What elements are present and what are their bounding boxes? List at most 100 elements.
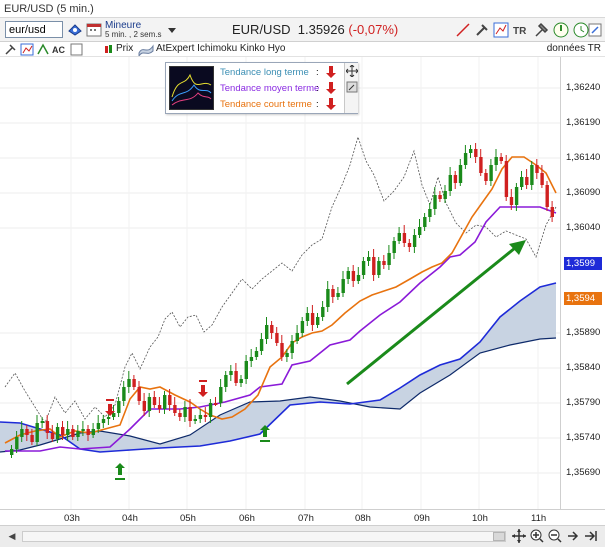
candle-body bbox=[428, 209, 432, 217]
candle-body bbox=[280, 343, 284, 357]
tools-icon[interactable] bbox=[474, 21, 492, 39]
candle-body bbox=[25, 429, 29, 435]
scroll-thumb[interactable] bbox=[493, 532, 505, 541]
main-toolbar: Mineure 5 min. , 2 sem.s EUR/USD 1.35926… bbox=[0, 18, 605, 42]
candle-body bbox=[331, 289, 335, 297]
candle-body bbox=[535, 165, 539, 173]
candle-body bbox=[474, 149, 478, 157]
candle-body bbox=[412, 235, 417, 247]
trendline-tool-icon[interactable] bbox=[454, 21, 472, 39]
candle-body bbox=[382, 261, 386, 265]
scroll-right-icon[interactable] bbox=[566, 529, 580, 543]
chart-settings-icon[interactable] bbox=[492, 21, 510, 39]
candle-body bbox=[183, 407, 187, 417]
pan-icon[interactable] bbox=[512, 529, 526, 543]
candle-body bbox=[86, 429, 90, 435]
crosshair-tool-icon[interactable] bbox=[4, 43, 18, 56]
candle-body bbox=[61, 427, 65, 435]
candle-body bbox=[520, 177, 524, 187]
time-tick-label: 08h bbox=[355, 513, 371, 524]
candle-body bbox=[310, 313, 315, 325]
candle-body bbox=[367, 257, 371, 261]
candle-body bbox=[295, 333, 299, 341]
trend-panel: Tendance long terme : Tendance moyen ter… bbox=[165, 62, 358, 114]
candle-body bbox=[50, 433, 55, 439]
indicator-legend-bar: AC Prix AtExpert Ichimoku Kinko Hyo donn… bbox=[0, 42, 605, 57]
price-tick-label: 1,35790 bbox=[566, 397, 601, 408]
price-tick-label: 1,35740 bbox=[566, 432, 601, 443]
price-legend-label[interactable]: Prix bbox=[116, 43, 133, 54]
candle-body bbox=[35, 423, 39, 442]
chart-type-icon[interactable] bbox=[20, 43, 34, 56]
buy-signal-arrow-dots bbox=[260, 440, 270, 442]
ac-indicator-icon[interactable]: AC bbox=[52, 43, 70, 56]
hammer-icon[interactable] bbox=[532, 21, 550, 39]
trend-short-label: Tendance court terme bbox=[220, 99, 312, 110]
candle-body bbox=[418, 227, 422, 235]
indicator-icon[interactable] bbox=[36, 43, 50, 56]
candle-body bbox=[387, 253, 391, 265]
scroll-track[interactable] bbox=[22, 531, 506, 542]
time-tick-label: 10h bbox=[472, 513, 488, 524]
candle-body bbox=[504, 161, 509, 197]
candle-body bbox=[157, 405, 162, 409]
candle-body bbox=[540, 173, 544, 185]
candle-body bbox=[305, 313, 310, 321]
candle-body bbox=[173, 405, 177, 413]
export-icon[interactable] bbox=[586, 21, 604, 39]
trend-panel-sidebar bbox=[344, 63, 358, 113]
candle-body bbox=[101, 419, 106, 423]
candle-body bbox=[66, 429, 70, 435]
candle-body bbox=[117, 401, 121, 413]
candle-body bbox=[423, 217, 427, 227]
candle-body bbox=[550, 207, 554, 217]
candle-body bbox=[254, 351, 259, 357]
instrument-price: 1.35926 bbox=[297, 22, 345, 37]
candle-body bbox=[341, 279, 345, 293]
candle-body bbox=[285, 353, 289, 357]
candle-body bbox=[377, 261, 381, 275]
price-chart[interactable] bbox=[0, 57, 560, 509]
candle-body bbox=[30, 435, 34, 442]
candle-body bbox=[321, 307, 325, 317]
candle-body bbox=[15, 437, 19, 449]
candle-body bbox=[530, 165, 534, 185]
candle-body bbox=[336, 293, 340, 297]
candle-body bbox=[127, 379, 131, 387]
candle-body bbox=[448, 175, 452, 191]
sell-signal-arrow-dots bbox=[106, 399, 114, 401]
scroll-left-icon[interactable]: ◀ bbox=[6, 531, 18, 542]
tenkan-sen-line bbox=[4, 156, 557, 444]
candle-body bbox=[514, 187, 519, 205]
candle-body bbox=[178, 413, 182, 417]
trend-medium-colon: : bbox=[316, 83, 319, 94]
zoom-out-icon[interactable] bbox=[548, 529, 562, 543]
candle-body bbox=[91, 429, 95, 435]
panel-settings-icon[interactable] bbox=[346, 81, 358, 93]
chevron-down-icon bbox=[168, 28, 176, 33]
search-symbol-icon[interactable] bbox=[67, 22, 83, 38]
trend-row-medium: Tendance moyen terme : bbox=[218, 81, 343, 96]
candle-body bbox=[361, 261, 366, 275]
zoom-in-icon[interactable] bbox=[530, 529, 544, 543]
period-sub-label: 5 min. , 2 sem.s bbox=[105, 30, 162, 39]
candle-body bbox=[81, 429, 85, 431]
candle-body bbox=[438, 195, 442, 199]
scroll-end-icon[interactable] bbox=[584, 529, 598, 543]
ichimoku-legend-icon bbox=[138, 44, 154, 56]
move-icon[interactable] bbox=[346, 65, 358, 77]
candle-body bbox=[270, 325, 274, 333]
price-tick-label: 1,35890 bbox=[566, 327, 601, 338]
trading-icon[interactable]: TR bbox=[512, 21, 530, 39]
symbol-input[interactable] bbox=[5, 21, 63, 38]
price-tick-label: 1,36090 bbox=[566, 187, 601, 198]
candle-body bbox=[300, 321, 305, 333]
period-selector[interactable]: Mineure 5 min. , 2 sem.s bbox=[86, 20, 178, 40]
alert-icon[interactable] bbox=[552, 21, 570, 39]
candle-body bbox=[326, 289, 330, 307]
chart-plot-area[interactable] bbox=[0, 57, 560, 509]
candle-body bbox=[229, 371, 233, 375]
blank-indicator-icon[interactable] bbox=[70, 43, 84, 56]
candle-body bbox=[132, 379, 136, 387]
indicator-legend-label[interactable]: AtExpert Ichimoku Kinko Hyo bbox=[156, 43, 286, 54]
